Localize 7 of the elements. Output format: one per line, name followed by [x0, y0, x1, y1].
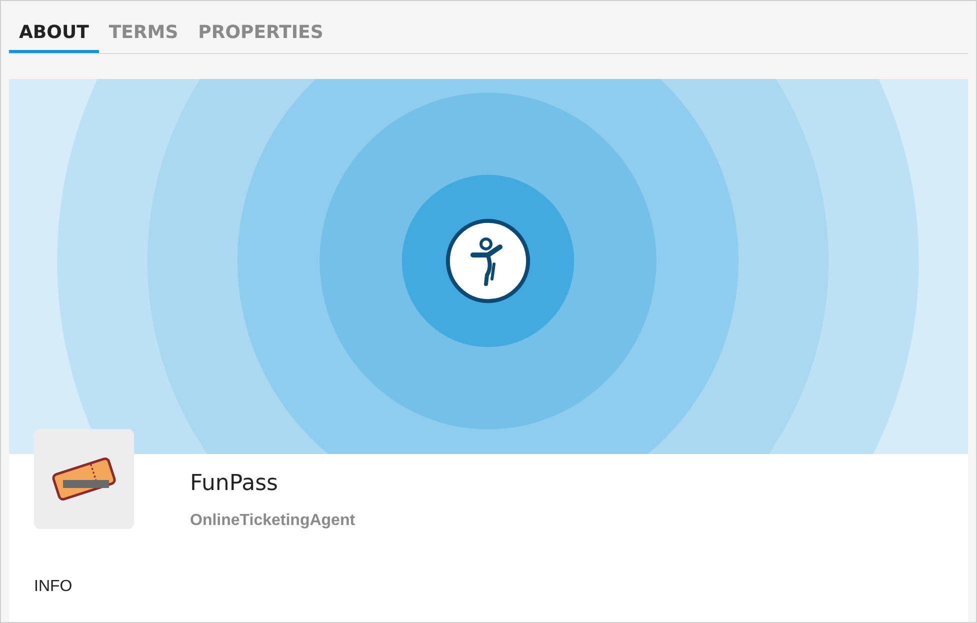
profile-name: FunPass — [190, 471, 280, 496]
tab[interactable]: PROPERTIES — [188, 18, 334, 53]
kick-figure-icon — [446, 218, 530, 304]
profile-type: OnlineTicketingAgent — [190, 512, 356, 530]
tab[interactable]: TERMS — [98, 18, 188, 53]
section-title: INFO — [34, 578, 72, 596]
tab[interactable]: ABOUT — [9, 18, 99, 53]
